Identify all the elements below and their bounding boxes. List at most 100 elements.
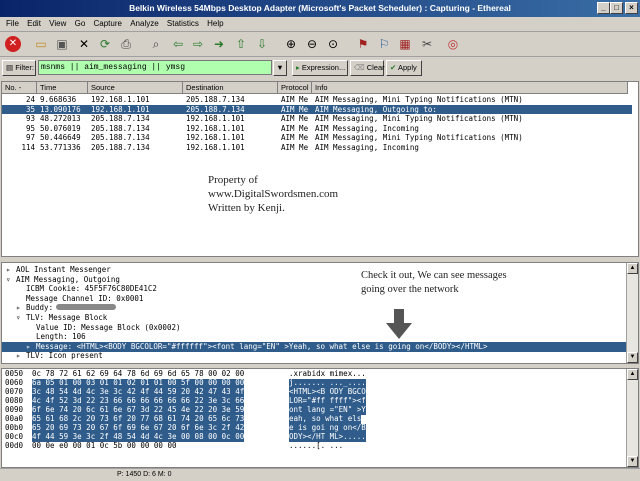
column-header-info[interactable]: Info — [312, 82, 628, 94]
tree-node[interactable]: ICBM Cookie: 45F5F76C80DE41C2 — [6, 284, 157, 294]
filter-input[interactable]: msnms || aim_messaging || ymsg — [38, 60, 272, 75]
watermark-line: www.DigitalSwordsmen.com — [208, 188, 339, 200]
menu-capture[interactable]: Capture — [94, 19, 122, 28]
close-file-icon[interactable]: ✕ — [76, 36, 92, 52]
maximize-button[interactable]: □ — [610, 2, 623, 14]
hex-dump-pane[interactable]: 0050 0c 78 72 61 62 69 64 78 6d 69 6d 65 … — [1, 368, 639, 468]
filter-button[interactable]: ▤ Filter: — [2, 60, 36, 76]
go-to-icon[interactable]: ➜ — [211, 36, 227, 52]
tree-node[interactable]: Message Channel ID: 0x0001 — [6, 294, 143, 304]
menu-statistics[interactable]: Statistics — [167, 19, 199, 28]
tree-node[interactable]: ▿ TLV: Message Block — [6, 313, 107, 323]
reload-icon[interactable]: ⟳ — [97, 36, 113, 52]
scroll-up-button[interactable]: ▲ — [627, 263, 638, 274]
packet-row[interactable]: 97 50.446649 205.188.7.134 192.168.1.101 AIM… — [2, 133, 632, 142]
menu-analyze[interactable]: Analyze — [130, 19, 158, 28]
tree-node[interactable]: ▹ AOL Instant Messenger — [6, 265, 111, 275]
packet-row[interactable]: 95 50.076019 205.188.7.134 192.168.1.101 AIM… — [2, 124, 632, 133]
expander-icon[interactable]: ▹ — [16, 351, 26, 361]
menu-view[interactable]: View — [49, 19, 66, 28]
hex-bytes[interactable]: 00 0e e0 00 01 0c 5b 00 00 00 00 — [32, 441, 177, 451]
zoom-out-icon[interactable]: ⊖ — [304, 36, 320, 52]
clear-button[interactable]: ⌫ Clear — [350, 60, 385, 76]
details-scrollbar[interactable]: ▲ ▼ — [626, 263, 638, 363]
column-header-no[interactable]: No. - — [2, 82, 37, 94]
tree-node[interactable]: ▹ Message: <HTML><BODY BGCOLOR="#ffffff">… — [2, 341, 626, 352]
tree-node-label: Buddy: — [26, 303, 54, 313]
packet-cell-time: 48.272013 — [40, 114, 81, 123]
pane-splitter[interactable] — [0, 258, 640, 261]
back-icon[interactable]: ⇦ — [170, 36, 186, 52]
zoom-in-icon[interactable]: ⊕ — [283, 36, 299, 52]
tree-node-label: Message: <HTML><BODY BGCOLOR="#ffffff"><… — [36, 341, 488, 351]
packet-cell-proto: AIM Me — [281, 95, 309, 104]
tree-node[interactable]: ▹ Buddy: — [6, 303, 117, 313]
expression-label: Expression... — [301, 63, 346, 72]
packet-row[interactable]: 24 9.668636 192.168.1.101 205.188.7.134 AIM … — [2, 95, 632, 104]
column-header-protocol[interactable]: Protocol — [278, 82, 312, 94]
filter-dropdown[interactable]: ▼ — [273, 60, 287, 76]
preferences-icon[interactable]: ✂ — [419, 36, 435, 52]
expression-icon: ▸ — [296, 63, 300, 72]
expander-icon[interactable]: ▹ — [26, 342, 36, 352]
print-icon[interactable]: ⎙ — [118, 36, 134, 52]
status-text: P: 1450 D: 6 M: 0 — [117, 471, 172, 478]
display-filters-icon[interactable]: ⚐ — [376, 36, 392, 52]
close-button[interactable]: × — [625, 2, 638, 14]
packet-row[interactable]: 93 48.272013 205.188.7.134 192.168.1.101 AIM… — [2, 114, 632, 123]
capture-filters-icon[interactable]: ⚑ — [355, 36, 371, 52]
packet-row[interactable]: 114 53.771336 205.188.7.134 192.168.1.101 AI… — [2, 143, 632, 152]
packet-list-pane[interactable]: No. - Time Source Destination Protocol I… — [1, 81, 639, 257]
packet-cell-dst: 205.188.7.134 — [186, 104, 245, 114]
expander-icon[interactable]: ▿ — [6, 275, 16, 285]
annotation: Check it out, We can see messages going … — [361, 269, 507, 297]
tree-node-label: TLV: Icon present — [26, 351, 103, 361]
menu-file[interactable]: File — [6, 19, 19, 28]
hex-ascii[interactable]: ......[. ... — [289, 441, 343, 451]
column-header-destination[interactable]: Destination — [183, 82, 278, 94]
watermark-line: Property of — [208, 174, 258, 186]
column-header-source[interactable]: Source — [88, 82, 183, 94]
packet-cell-time: 13.090176 — [40, 104, 81, 114]
tree-node[interactable]: ▿ AIM Messaging, Outgoing — [6, 275, 120, 285]
packet-cell-dst: 192.168.1.101 — [186, 133, 245, 142]
title-bar[interactable]: Belkin Wireless 54Mbps Desktop Adapter (… — [0, 0, 640, 17]
last-packet-icon[interactable]: ⇩ — [254, 36, 270, 52]
packet-details-pane[interactable]: ▹ AOL Instant Messenger ▿ AIM Messaging, Ou… — [1, 262, 639, 364]
menu-help[interactable]: Help — [207, 19, 223, 28]
scroll-down-button[interactable]: ▼ — [627, 456, 638, 467]
pane-splitter[interactable] — [0, 364, 640, 367]
expander-icon[interactable]: ▹ — [16, 303, 26, 313]
tree-node[interactable]: Length: 106 — [6, 332, 86, 342]
hex-scrollbar[interactable]: ▲ ▼ — [626, 369, 638, 467]
apply-button[interactable]: ✔ Apply — [386, 60, 422, 76]
packet-row[interactable]: 35 13.090176 192.168.1.101 205.188.7.134 AIM… — [2, 104, 632, 114]
packet-cell-src: 205.188.7.134 — [91, 114, 150, 123]
save-icon[interactable]: ▣ — [54, 36, 70, 52]
chevron-down-icon: ▼ — [276, 63, 284, 72]
stop-capture-icon[interactable]: ✕ — [5, 36, 21, 52]
watermark-line: Written by Kenji. — [208, 202, 285, 214]
annotation-line: going over the network — [361, 284, 459, 295]
coloring-rules-icon[interactable]: ▦ — [397, 36, 413, 52]
packet-cell-proto: AIM Me — [281, 123, 309, 133]
forward-icon[interactable]: ⇨ — [190, 36, 206, 52]
first-packet-icon[interactable]: ⇧ — [233, 36, 249, 52]
expander-icon[interactable]: ▹ — [6, 265, 16, 275]
find-icon[interactable]: ⌕ — [148, 36, 164, 52]
main-toolbar: ✕ ▭ ▣ ✕ ⟳ ⎙ ⌕ ⇦ ⇨ ➜ ⇧ ⇩ ⊕ ⊖ ⊙ ⚑ ⚐ ▦ ✂ ◎ — [0, 32, 640, 57]
minimize-button[interactable]: _ — [597, 2, 610, 14]
scroll-up-button[interactable]: ▲ — [627, 369, 638, 380]
normal-size-icon[interactable]: ⊙ — [325, 36, 341, 52]
menu-go[interactable]: Go — [75, 19, 86, 28]
column-header-time[interactable]: Time — [37, 82, 88, 94]
open-icon[interactable]: ▭ — [33, 36, 49, 52]
expression-button[interactable]: ▸ Expression... — [292, 60, 348, 76]
tree-node[interactable]: Value ID: Message Block (0x0002) — [6, 323, 181, 333]
tree-node[interactable]: ▹ TLV: Icon present — [6, 351, 103, 361]
help-icon[interactable]: ◎ — [445, 36, 461, 52]
expander-icon[interactable]: ▿ — [16, 313, 26, 323]
packet-cell-info: AIM Messaging, Incoming — [315, 123, 419, 133]
scroll-down-button[interactable]: ▼ — [627, 352, 638, 363]
menu-edit[interactable]: Edit — [27, 19, 41, 28]
